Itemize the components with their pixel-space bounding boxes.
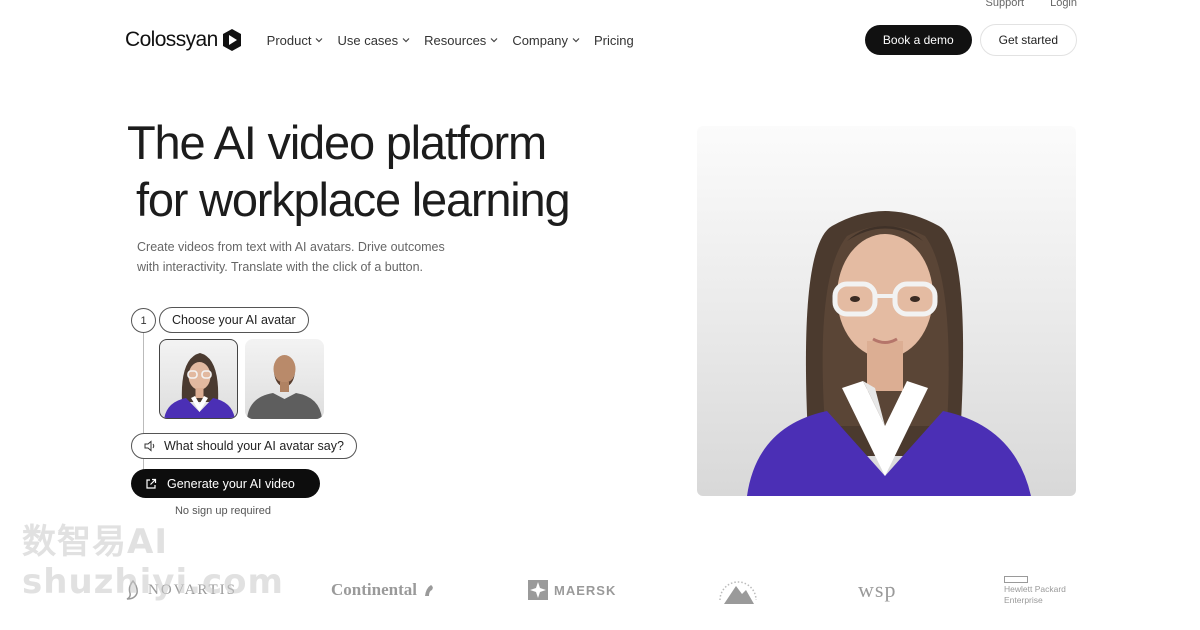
logo-continental: Continental — [331, 568, 435, 612]
watermark: 数智易AI shuzhiyi.com — [22, 522, 284, 602]
nav-item-use-cases[interactable]: Use cases — [337, 33, 410, 48]
logo-maersk: MAERSK — [528, 568, 616, 612]
headline-line-1: The AI video platform — [127, 116, 547, 169]
wsp-text: wsp — [858, 577, 897, 602]
avatar-man-image — [247, 355, 322, 419]
no-signup-note: No sign up required — [174, 505, 271, 517]
nav-item-label: Product — [266, 32, 312, 48]
logo-mark-icon — [222, 29, 241, 51]
avatar-woman-image — [164, 353, 235, 418]
support-link[interactable]: Support — [986, 0, 1025, 9]
watermark-line-2: shuzhiyi.com — [22, 562, 284, 602]
avatar-presenter-illustration — [747, 211, 1031, 496]
hpe-line-1: Hewlett Packard — [1004, 583, 1066, 594]
script-placeholder: What should your AI avatar say? — [164, 439, 344, 453]
step-number-badge: 1 — [131, 308, 156, 333]
avatar-option-woman[interactable] — [159, 339, 238, 419]
chevron-down-icon — [572, 38, 580, 43]
logo-wsp: wsp — [858, 568, 896, 612]
brand-name: Colossyan — [125, 28, 218, 51]
utility-links: Support Login — [986, 0, 1077, 9]
logo-paramount — [716, 568, 760, 612]
watermark-line-1: 数智易AI — [22, 522, 168, 562]
continental-horse-icon — [424, 585, 433, 596]
nav-item-label: Resources — [424, 32, 487, 48]
logo-hpe: Hewlett Packard Enterprise — [1004, 568, 1066, 612]
hpe-rectangle-icon — [1004, 575, 1028, 583]
hpe-line-2: Enterprise — [1004, 594, 1043, 605]
maersk-star-icon — [528, 580, 548, 600]
headline-line-2: for workplace learning — [136, 173, 571, 226]
hero-subtitle: Create videos from text with AI avatars.… — [137, 240, 445, 274]
main-nav: Colossyan Product Use cases Resources Co… — [125, 24, 1077, 56]
nav-item-resources[interactable]: Resources — [424, 33, 498, 48]
get-started-button[interactable]: Get started — [979, 24, 1077, 56]
generate-video-button[interactable]: Generate your AI video — [131, 469, 320, 498]
choose-avatar-label: Choose your AI avatar — [159, 307, 309, 333]
nav-item-label: Use cases — [337, 32, 399, 48]
nav-item-product[interactable]: Product — [267, 33, 324, 48]
login-link[interactable]: Login — [1050, 0, 1077, 9]
nav-item-company[interactable]: Company — [512, 33, 580, 48]
chevron-down-icon — [402, 38, 410, 43]
avatar-option-man[interactable] — [245, 339, 324, 419]
external-link-icon — [146, 478, 157, 489]
chevron-down-icon — [316, 38, 323, 43]
hero-headline: The AI video platform for workplace lear… — [127, 114, 571, 228]
speaker-icon — [144, 440, 155, 452]
continental-text: Continental — [331, 580, 417, 599]
hero-avatar-image — [697, 126, 1076, 496]
avatar-script-input[interactable]: What should your AI avatar say? — [131, 433, 357, 459]
brand-logo[interactable]: Colossyan — [125, 28, 242, 52]
paramount-mountain-icon — [719, 581, 757, 604]
generate-label: Generate your AI video — [167, 476, 295, 491]
nav-item-label: Pricing — [593, 32, 634, 48]
nav-actions: Book a demo Get started — [864, 24, 1077, 56]
chevron-down-icon — [490, 38, 498, 43]
nav-item-label: Company — [512, 32, 568, 48]
nav-menu: Product Use cases Resources Company Pric… — [267, 33, 634, 48]
maersk-text: MAERSK — [554, 582, 617, 598]
book-demo-button[interactable]: Book a demo — [864, 25, 972, 55]
nav-item-pricing[interactable]: Pricing — [594, 33, 634, 48]
